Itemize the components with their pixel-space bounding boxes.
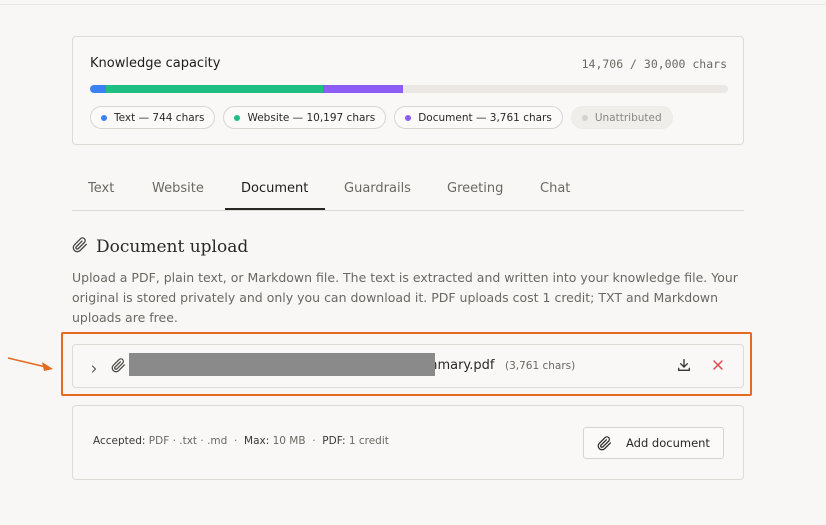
upload-constraints: Accepted: PDF · .txt · .md · Max: 10 MB …	[93, 435, 389, 447]
capacity-segment-website	[105, 85, 323, 93]
pdf-value: 1 credit	[348, 435, 389, 447]
paperclip-icon	[72, 237, 88, 257]
capacity-segment-document	[322, 85, 403, 93]
max-value: 10 MB	[272, 435, 306, 447]
tab-greeting[interactable]: Greeting	[447, 181, 503, 196]
tab-bar: Text Website Document Guardrails Greetin…	[72, 170, 744, 211]
active-tab-indicator	[225, 208, 325, 210]
legend-label: Text — 744 chars	[114, 111, 205, 124]
pdf-label: PDF:	[322, 435, 346, 447]
capacity-count: 14,706 / 30,000 chars	[581, 57, 727, 71]
legend-dot	[405, 114, 412, 121]
legend-label: Unattributed	[594, 111, 662, 124]
max-label: Max:	[244, 435, 270, 447]
legend-pill: Unattributed	[570, 106, 673, 129]
capacity-legend: Text — 744 chars Website — 10,197 chars Do…	[90, 106, 673, 129]
legend-dot	[101, 114, 107, 121]
section-title: Document upload	[96, 237, 249, 257]
legend-pill: Text — 744 chars	[90, 106, 216, 129]
add-document-label: Add document	[626, 436, 710, 450]
knowledge-capacity-card: Knowledge capacity 14,706 / 30,000 chars…	[72, 36, 744, 145]
capacity-segment-text	[90, 85, 106, 93]
section-header: Document upload	[72, 237, 248, 257]
capacity-title: Knowledge capacity	[90, 56, 221, 71]
legend-label: Document — 3,761 chars	[418, 111, 552, 124]
tab-guardrails[interactable]: Guardrails	[344, 181, 411, 196]
tab-website[interactable]: Website	[152, 181, 204, 196]
highlight-box	[61, 332, 752, 396]
section-description: Upload a PDF, plain text, or Markdown fi…	[72, 270, 738, 325]
upload-card: Accepted: PDF · .txt · .md · Max: 10 MB …	[72, 405, 744, 480]
separator: ·	[233, 435, 238, 447]
legend-pill: Website — 10,197 chars	[223, 106, 387, 129]
tab-text[interactable]: Text	[88, 181, 114, 196]
legend-dot	[234, 114, 241, 121]
legend-pill: Document — 3,761 chars	[394, 106, 563, 129]
add-document-button[interactable]: Add document	[583, 427, 724, 459]
top-divider	[0, 4, 826, 5]
separator: ·	[312, 435, 316, 447]
legend-dot	[581, 114, 588, 121]
legend-label: Website — 10,197 chars	[247, 111, 376, 124]
accepted-label: Accepted:	[93, 435, 146, 447]
tab-chat[interactable]: Chat	[540, 181, 570, 196]
accepted-value: PDF · .txt · .md	[148, 435, 228, 447]
capacity-bar	[90, 85, 728, 93]
paperclip-icon	[597, 435, 611, 450]
annotation-arrow	[7, 357, 53, 371]
tab-document[interactable]: Document	[241, 181, 308, 196]
